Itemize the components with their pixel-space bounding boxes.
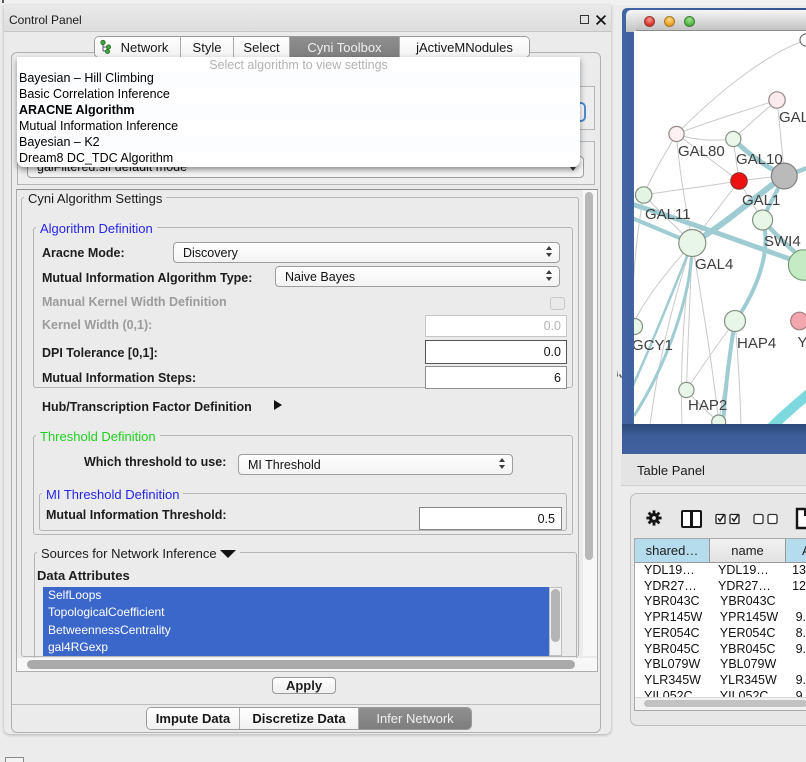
- svg-text:GAL4: GAL4: [695, 256, 733, 273]
- svg-text:Y: Y: [798, 334, 806, 351]
- svg-text:GAL7: GAL7: [779, 109, 806, 126]
- svg-text:GAL10: GAL10: [736, 151, 783, 168]
- svg-text:SWI4: SWI4: [764, 233, 801, 250]
- svg-text:HAP2: HAP2: [688, 397, 727, 414]
- svg-text:GAL11: GAL11: [645, 206, 691, 223]
- svg-text:HAP4: HAP4: [737, 335, 776, 352]
- svg-text:GCY1: GCY1: [634, 337, 673, 354]
- svg-text:GAL80: GAL80: [678, 143, 725, 160]
- svg-text:GAL1: GAL1: [742, 192, 780, 209]
